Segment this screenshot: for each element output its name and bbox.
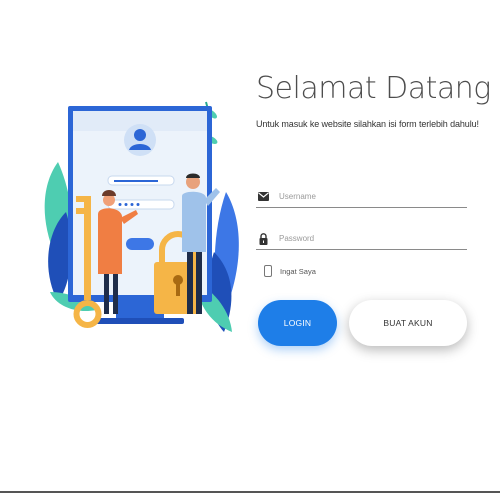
bottom-divider	[0, 491, 500, 493]
remember-me-checkbox[interactable]	[264, 265, 272, 277]
login-form: Selamat Datang :) Untuk masuk ke website…	[256, 71, 500, 346]
welcome-title: Selamat Datang :)	[256, 71, 500, 106]
remember-me-label: Ingat Saya	[280, 266, 316, 276]
password-input[interactable]	[279, 234, 449, 243]
login-button[interactable]: LOGIN	[258, 300, 337, 346]
welcome-subtitle: Untuk masuk ke website silahkan isi form…	[256, 119, 479, 129]
username-field	[256, 186, 467, 208]
envelope-icon	[256, 190, 270, 204]
remember-me: Ingat Saya	[264, 265, 316, 277]
create-account-button[interactable]: BUAT AKUN	[349, 300, 467, 346]
password-field	[256, 228, 467, 250]
username-input[interactable]	[279, 192, 449, 201]
lock-icon	[256, 232, 270, 246]
login-illustration	[36, 92, 248, 342]
